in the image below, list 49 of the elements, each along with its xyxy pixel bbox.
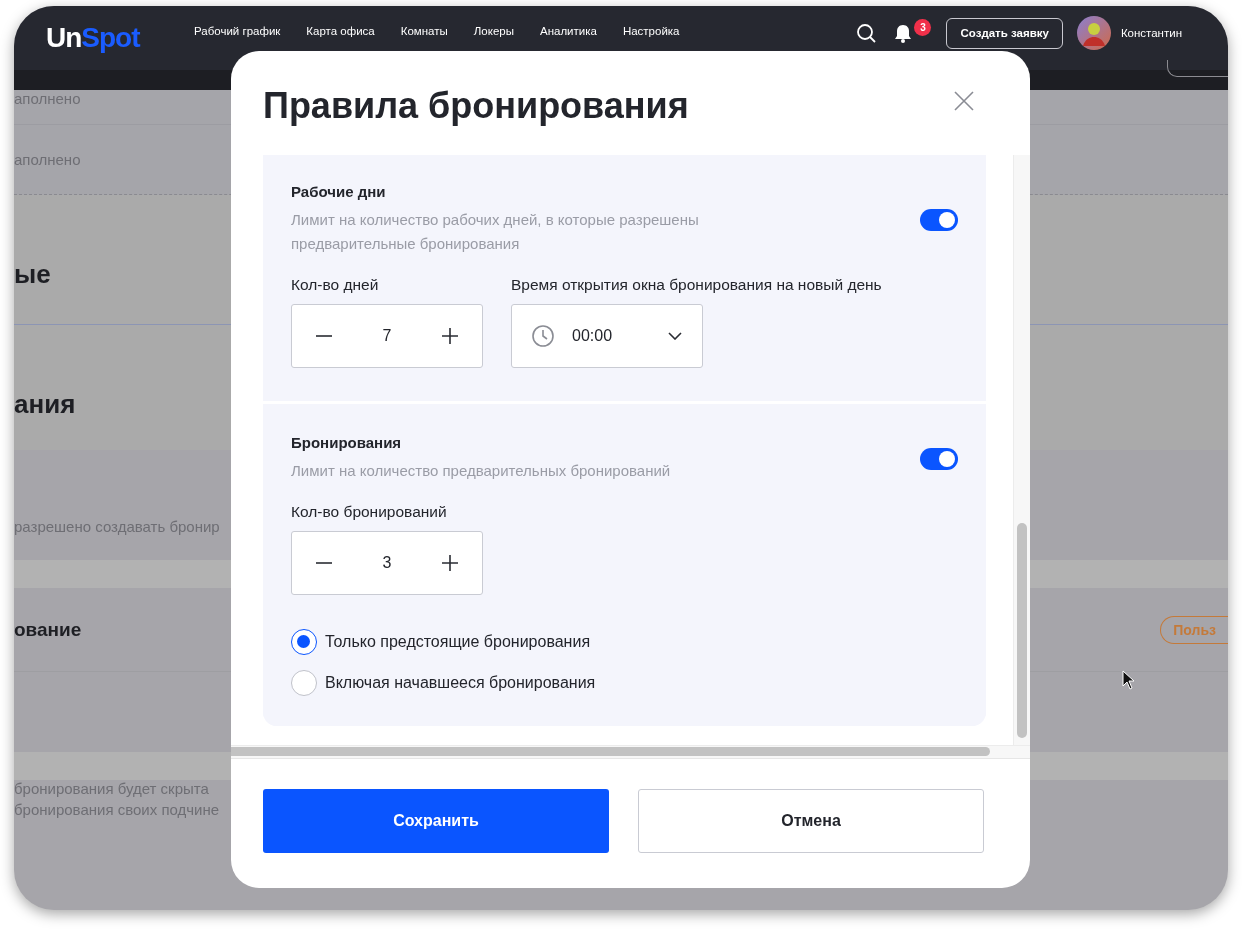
section-title: Рабочие дни <box>291 183 387 200</box>
time-value: 00:00 <box>572 327 614 345</box>
scrollbar-thumb[interactable] <box>1017 523 1027 738</box>
nav-link[interactable]: Карта офиса <box>306 25 375 37</box>
save-button[interactable]: Сохранить <box>263 789 609 853</box>
cancel-button[interactable]: Отмена <box>638 789 984 853</box>
field-label: Кол-во бронирований <box>291 503 448 521</box>
cursor-icon <box>1122 670 1136 690</box>
stepper-value: 7 <box>382 327 392 345</box>
stepper-field[interactable]: 3 <box>291 531 483 595</box>
toggle-switch[interactable] <box>920 447 958 470</box>
field-label: Кол-во дней <box>291 276 380 294</box>
user-name[interactable]: Константин <box>1120 27 1182 39</box>
clock-icon <box>532 325 554 347</box>
bell-icon[interactable] <box>894 23 913 43</box>
radio-label[interactable]: Только предстоящие бронирования <box>325 633 591 651</box>
scrollbar-thumb[interactable] <box>231 747 990 756</box>
section-description: Лимит на количество предварительных бронирований <box>291 461 672 481</box>
setting-description: разрешено создавать бронир <box>14 518 220 535</box>
notification-badge: 3 <box>914 19 932 36</box>
avatar-icon[interactable] <box>1076 16 1111 50</box>
nav-link[interactable]: Аналитика <box>539 25 597 37</box>
section-heading: ые <box>14 259 51 290</box>
stepper-field[interactable]: 7 <box>291 304 483 368</box>
radio-button[interactable] <box>291 629 317 655</box>
toggle-switch[interactable] <box>920 208 958 231</box>
radio-label[interactable]: Включая начавшееся бронирования <box>325 674 596 692</box>
setting-title: ование <box>14 618 82 641</box>
nav-link[interactable]: Локеры <box>473 25 514 37</box>
section-description: Лимит на количество рабочих дней, в которые разрешены предварительные бронирования <box>291 210 700 254</box>
nav-link[interactable]: Комнаты <box>400 25 448 37</box>
close-icon[interactable] <box>954 91 974 111</box>
create-request-button[interactable]: Создать заявку <box>946 17 1063 49</box>
section-heading: ания <box>14 389 76 420</box>
time-select[interactable]: 00:00 <box>511 304 703 368</box>
field-label: Время открытия окна бронирования на новый день <box>511 276 882 294</box>
logo[interactable]: UnSpot <box>46 22 194 54</box>
dialog-title: Правила бронирования <box>263 84 689 127</box>
stepper-value: 3 <box>382 554 392 572</box>
nav-link[interactable]: Рабочий график <box>194 25 281 37</box>
note-text: бронирования будет скрыта <box>14 780 210 797</box>
section-title: Бронирования <box>291 434 403 451</box>
radio-button[interactable] <box>291 670 317 696</box>
chevron-down-icon[interactable] <box>668 332 682 340</box>
plus-icon[interactable] <box>442 555 458 571</box>
plus-icon[interactable] <box>442 328 458 344</box>
nav-link[interactable]: Настройка <box>622 25 680 37</box>
search-icon[interactable] <box>856 23 877 43</box>
note-text: бронирования своих подчине <box>14 801 221 818</box>
